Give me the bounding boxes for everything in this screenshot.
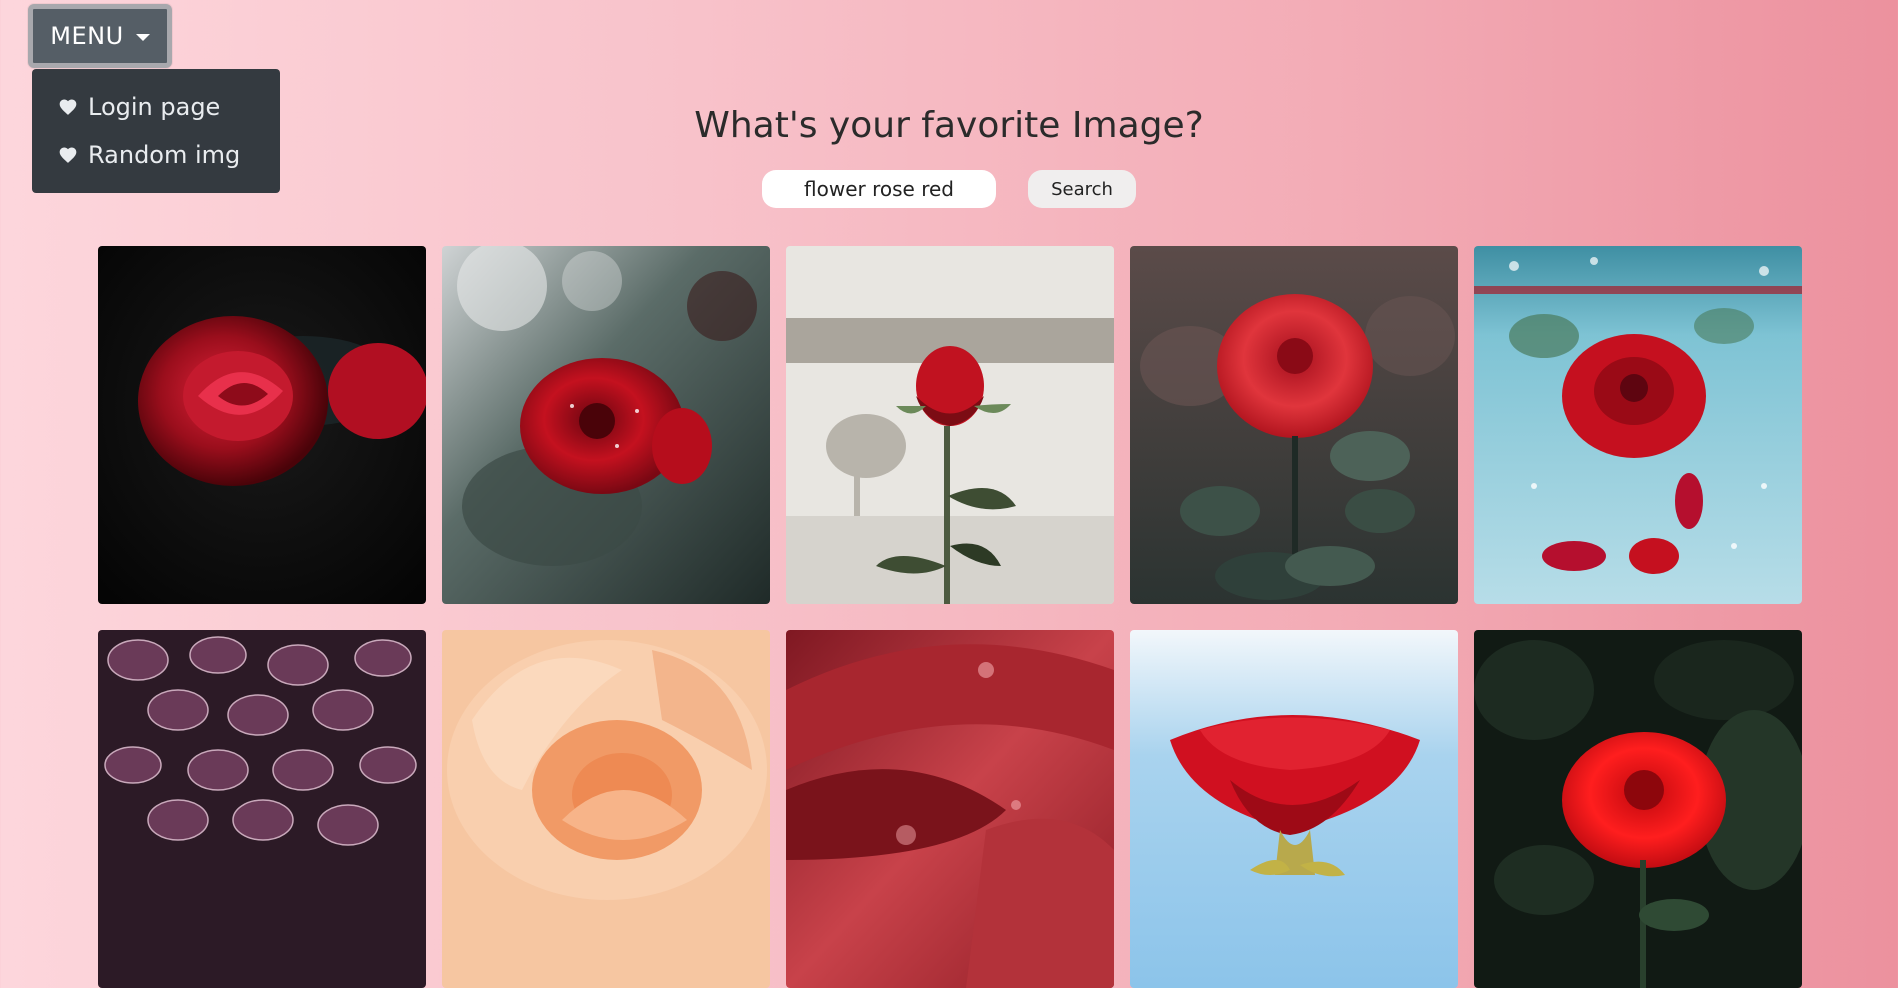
gallery-image[interactable] xyxy=(1474,246,1802,604)
gallery-image[interactable] xyxy=(1474,630,1802,988)
rose-image xyxy=(442,246,770,604)
menu-item-login-page[interactable]: Login page xyxy=(32,83,280,131)
heart-icon xyxy=(59,99,77,115)
rose-image xyxy=(442,630,770,988)
rose-image xyxy=(1474,630,1802,988)
caret-down-icon xyxy=(135,33,150,41)
gallery-image[interactable] xyxy=(98,246,426,604)
gallery-image[interactable] xyxy=(442,246,770,604)
menu-dropdown: Login page Random img xyxy=(32,69,280,193)
menu: MENU Login page Random img xyxy=(28,4,280,193)
menu-item-label: Login page xyxy=(88,93,221,121)
gallery-image[interactable] xyxy=(98,630,426,988)
search-input[interactable] xyxy=(762,170,996,208)
search-button[interactable]: Search xyxy=(1028,170,1136,208)
rose-image xyxy=(786,630,1114,988)
gallery-image[interactable] xyxy=(786,630,1114,988)
search-bar: Search xyxy=(762,170,1136,208)
gallery-image[interactable] xyxy=(786,246,1114,604)
rose-image xyxy=(98,246,426,604)
gallery-image[interactable] xyxy=(1130,246,1458,604)
gallery-image[interactable] xyxy=(442,630,770,988)
menu-button-label: MENU xyxy=(50,22,124,50)
heart-icon xyxy=(59,147,77,163)
leaves-image xyxy=(98,630,426,988)
menu-button[interactable]: MENU xyxy=(28,4,172,68)
menu-item-random-img[interactable]: Random img xyxy=(32,131,280,179)
rose-image xyxy=(786,246,1114,604)
rose-image xyxy=(1130,246,1458,604)
page-title: What's your favorite Image? xyxy=(694,105,1204,146)
rose-image xyxy=(1130,630,1458,988)
gallery-image[interactable] xyxy=(1130,630,1458,988)
image-gallery xyxy=(98,246,1802,988)
menu-item-label: Random img xyxy=(88,141,241,169)
rose-image xyxy=(1474,246,1802,604)
